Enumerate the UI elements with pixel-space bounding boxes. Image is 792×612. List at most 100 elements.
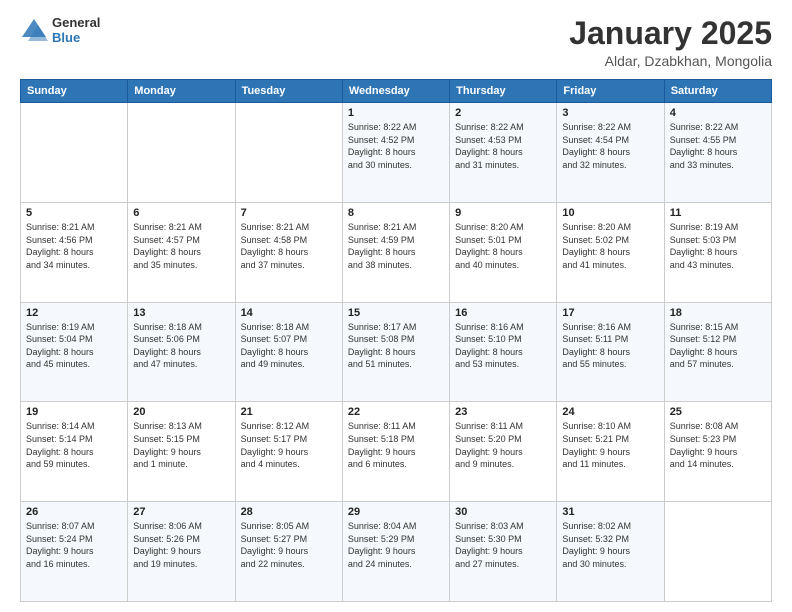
header: General Blue January 2025 Aldar, Dzabkha… [20,16,772,69]
day-number: 20 [133,406,229,418]
day-header-sunday: Sunday [21,80,128,103]
day-info: Sunrise: 8:22 AM Sunset: 4:54 PM Dayligh… [562,121,658,171]
day-cell: 22Sunrise: 8:11 AM Sunset: 5:18 PM Dayli… [342,402,449,502]
day-info: Sunrise: 8:21 AM Sunset: 4:58 PM Dayligh… [241,221,337,271]
day-number: 10 [562,207,658,219]
day-number: 28 [241,506,337,518]
header-row: SundayMondayTuesdayWednesdayThursdayFrid… [21,80,772,103]
logo-text: General Blue [52,16,100,46]
day-info: Sunrise: 8:14 AM Sunset: 5:14 PM Dayligh… [26,420,122,470]
day-header-wednesday: Wednesday [342,80,449,103]
day-info: Sunrise: 8:17 AM Sunset: 5:08 PM Dayligh… [348,321,444,371]
day-cell: 8 Sunrise: 8:21 AM Sunset: 4:59 PM Daylig… [342,202,449,302]
day-cell: 28 Sunrise: 8:05 AM Sunset: 5:27 PM Dayli… [235,502,342,602]
logo-icon [20,17,48,45]
day-cell: 13Sunrise: 8:18 AM Sunset: 5:06 PM Dayli… [128,302,235,402]
day-info: Sunrise: 8:08 AM Sunset: 5:23 PM Dayligh… [670,420,766,470]
day-number: 19 [26,406,122,418]
day-number: 27 [133,506,229,518]
day-number: 11 [670,207,766,219]
logo: General Blue [20,16,100,46]
day-info: Sunrise: 8:20 AM Sunset: 5:01 PM Dayligh… [455,221,551,271]
day-number: 12 [26,307,122,319]
week-row-5: 26 Sunrise: 8:07 AM Sunset: 5:24 PM Dayli… [21,502,772,602]
day-info: Sunrise: 8:21 AM Sunset: 4:56 PM Dayligh… [26,221,122,271]
day-info: Sunrise: 8:19 AM Sunset: 5:03 PM Dayligh… [670,221,766,271]
day-number: 17 [562,307,658,319]
day-number: 9 [455,207,551,219]
day-info: Sunrise: 8:18 AM Sunset: 5:06 PM Dayligh… [133,321,229,371]
day-info: Sunrise: 8:18 AM Sunset: 5:07 PM Dayligh… [241,321,337,371]
day-cell: 21Sunrise: 8:12 AM Sunset: 5:17 PM Dayli… [235,402,342,502]
day-number: 25 [670,406,766,418]
day-cell: 16Sunrise: 8:16 AM Sunset: 5:10 PM Dayli… [450,302,557,402]
day-info: Sunrise: 8:10 AM Sunset: 5:21 PM Dayligh… [562,420,658,470]
day-header-monday: Monday [128,80,235,103]
day-info: Sunrise: 8:02 AM Sunset: 5:32 PM Dayligh… [562,520,658,570]
day-cell: 26 Sunrise: 8:07 AM Sunset: 5:24 PM Dayli… [21,502,128,602]
day-cell: 19 Sunrise: 8:14 AM Sunset: 5:14 PM Dayli… [21,402,128,502]
day-number: 30 [455,506,551,518]
day-cell: 4 Sunrise: 8:22 AM Sunset: 4:55 PM Daylig… [664,103,771,203]
day-number: 29 [348,506,444,518]
day-header-tuesday: Tuesday [235,80,342,103]
day-cell: 18 Sunrise: 8:15 AM Sunset: 5:12 PM Dayli… [664,302,771,402]
day-cell: 10Sunrise: 8:20 AM Sunset: 5:02 PM Dayli… [557,202,664,302]
day-number: 14 [241,307,337,319]
day-header-thursday: Thursday [450,80,557,103]
day-info: Sunrise: 8:22 AM Sunset: 4:53 PM Dayligh… [455,121,551,171]
day-info: Sunrise: 8:21 AM Sunset: 4:57 PM Dayligh… [133,221,229,271]
day-number: 16 [455,307,551,319]
week-row-4: 19 Sunrise: 8:14 AM Sunset: 5:14 PM Dayli… [21,402,772,502]
day-cell [21,103,128,203]
day-cell: 30 Sunrise: 8:03 AM Sunset: 5:30 PM Dayli… [450,502,557,602]
day-cell: 31 Sunrise: 8:02 AM Sunset: 5:32 PM Dayli… [557,502,664,602]
day-number: 24 [562,406,658,418]
logo-blue: Blue [52,30,80,45]
day-number: 8 [348,207,444,219]
day-number: 18 [670,307,766,319]
calendar-table: SundayMondayTuesdayWednesdayThursdayFrid… [20,79,772,602]
day-cell [235,103,342,203]
day-info: Sunrise: 8:19 AM Sunset: 5:04 PM Dayligh… [26,321,122,371]
day-info: Sunrise: 8:05 AM Sunset: 5:27 PM Dayligh… [241,520,337,570]
day-info: Sunrise: 8:07 AM Sunset: 5:24 PM Dayligh… [26,520,122,570]
day-cell: 2 Sunrise: 8:22 AM Sunset: 4:53 PM Daylig… [450,103,557,203]
day-info: Sunrise: 8:22 AM Sunset: 4:52 PM Dayligh… [348,121,444,171]
day-header-saturday: Saturday [664,80,771,103]
day-number: 2 [455,107,551,119]
day-info: Sunrise: 8:13 AM Sunset: 5:15 PM Dayligh… [133,420,229,470]
day-info: Sunrise: 8:15 AM Sunset: 5:12 PM Dayligh… [670,321,766,371]
calendar-title: January 2025 [569,16,772,51]
day-number: 1 [348,107,444,119]
day-number: 7 [241,207,337,219]
day-cell: 25 Sunrise: 8:08 AM Sunset: 5:23 PM Dayli… [664,402,771,502]
day-cell: 11 Sunrise: 8:19 AM Sunset: 5:03 PM Dayli… [664,202,771,302]
day-info: Sunrise: 8:22 AM Sunset: 4:55 PM Dayligh… [670,121,766,171]
day-info: Sunrise: 8:12 AM Sunset: 5:17 PM Dayligh… [241,420,337,470]
day-cell: 24 Sunrise: 8:10 AM Sunset: 5:21 PM Dayli… [557,402,664,502]
calendar-subtitle: Aldar, Dzabkhan, Mongolia [569,53,772,69]
week-row-3: 12 Sunrise: 8:19 AM Sunset: 5:04 PM Dayli… [21,302,772,402]
day-cell: 5Sunrise: 8:21 AM Sunset: 4:56 PM Daylig… [21,202,128,302]
day-info: Sunrise: 8:11 AM Sunset: 5:20 PM Dayligh… [455,420,551,470]
day-number: 23 [455,406,551,418]
day-cell [664,502,771,602]
day-number: 26 [26,506,122,518]
day-info: Sunrise: 8:11 AM Sunset: 5:18 PM Dayligh… [348,420,444,470]
day-cell: 23 Sunrise: 8:11 AM Sunset: 5:20 PM Dayli… [450,402,557,502]
day-cell: 17 Sunrise: 8:16 AM Sunset: 5:11 PM Dayli… [557,302,664,402]
day-info: Sunrise: 8:21 AM Sunset: 4:59 PM Dayligh… [348,221,444,271]
day-number: 31 [562,506,658,518]
page: General Blue January 2025 Aldar, Dzabkha… [0,0,792,612]
day-info: Sunrise: 8:03 AM Sunset: 5:30 PM Dayligh… [455,520,551,570]
day-cell: 15Sunrise: 8:17 AM Sunset: 5:08 PM Dayli… [342,302,449,402]
day-cell: 1 Sunrise: 8:22 AM Sunset: 4:52 PM Daylig… [342,103,449,203]
day-cell: 9 Sunrise: 8:20 AM Sunset: 5:01 PM Daylig… [450,202,557,302]
day-number: 4 [670,107,766,119]
title-block: January 2025 Aldar, Dzabkhan, Mongolia [569,16,772,69]
day-cell: 6Sunrise: 8:21 AM Sunset: 4:57 PM Daylig… [128,202,235,302]
week-row-2: 5Sunrise: 8:21 AM Sunset: 4:56 PM Daylig… [21,202,772,302]
day-info: Sunrise: 8:16 AM Sunset: 5:11 PM Dayligh… [562,321,658,371]
day-cell: 12 Sunrise: 8:19 AM Sunset: 5:04 PM Dayli… [21,302,128,402]
